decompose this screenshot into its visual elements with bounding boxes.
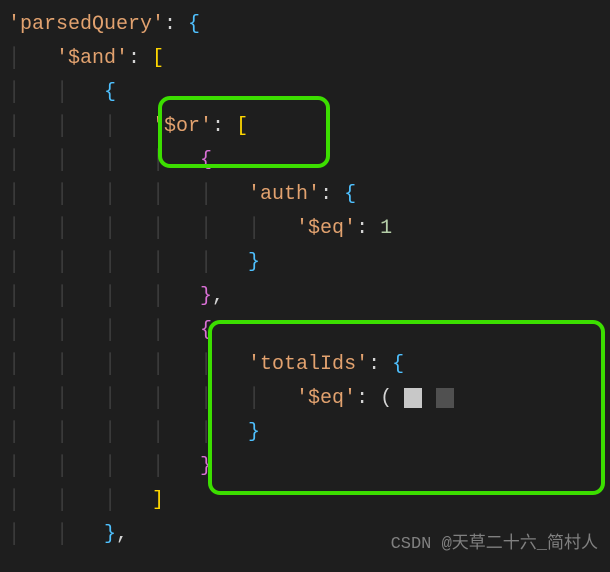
colon: : [164, 13, 188, 36]
colon: : [320, 183, 344, 206]
code-editor-content: 'parsedQuery': { │ '$and': [ │ │ { │ │ │… [8, 8, 610, 552]
code-line: │ │ │ │ } [8, 450, 610, 484]
open-bracket: [ [236, 115, 248, 138]
json-key: 'totalIds' [248, 353, 368, 376]
open-paren: ( [380, 387, 392, 410]
close-bracket: ] [152, 489, 164, 512]
colon: : [212, 115, 236, 138]
redacted-block [436, 388, 454, 408]
json-key: 'auth' [248, 183, 320, 206]
open-brace: { [200, 149, 212, 172]
close-brace: } [248, 421, 260, 444]
json-key: '$or' [152, 115, 212, 138]
code-line: │ │ │ '$or': [ [8, 110, 610, 144]
json-key: '$and' [56, 47, 128, 70]
close-brace: } [200, 285, 212, 308]
open-brace: { [200, 319, 212, 342]
comma: , [116, 523, 128, 546]
open-brace: { [104, 81, 116, 104]
watermark-text: CSDN @天草二十六_简村人 [391, 531, 598, 560]
colon: : [128, 47, 152, 70]
code-line: │ │ │ │ │ 'totalIds': { [8, 348, 610, 382]
code-line: │ │ │ │ │ │ '$eq': 1 [8, 212, 610, 246]
open-bracket: [ [152, 47, 164, 70]
json-number: 1 [380, 217, 392, 240]
code-line: │ │ │ │ }, [8, 280, 610, 314]
code-line: │ │ │ │ { [8, 314, 610, 348]
close-brace: } [200, 455, 212, 478]
code-line: │ │ { [8, 76, 610, 110]
code-line: │ │ │ ] [8, 484, 610, 518]
code-line: │ │ │ │ │ │ '$eq': ( [8, 382, 610, 416]
json-key: '$eq' [296, 387, 356, 410]
redacted-block [404, 388, 422, 408]
code-line: │ │ │ │ │ } [8, 246, 610, 280]
json-key: '$eq' [296, 217, 356, 240]
code-line: │ │ │ │ │ } [8, 416, 610, 450]
code-line: 'parsedQuery': { [8, 8, 610, 42]
colon: : [368, 353, 392, 376]
open-brace: { [344, 183, 356, 206]
code-line: │ '$and': [ [8, 42, 610, 76]
colon: : [356, 217, 380, 240]
colon: : [356, 387, 380, 410]
comma: , [212, 285, 224, 308]
code-line: │ │ │ │ │ 'auth': { [8, 178, 610, 212]
close-brace: } [104, 523, 116, 546]
json-key: 'parsedQuery' [8, 13, 164, 36]
open-brace: { [188, 13, 200, 36]
close-brace: } [248, 251, 260, 274]
code-line: │ │ │ │ { [8, 144, 610, 178]
open-brace: { [392, 353, 404, 376]
